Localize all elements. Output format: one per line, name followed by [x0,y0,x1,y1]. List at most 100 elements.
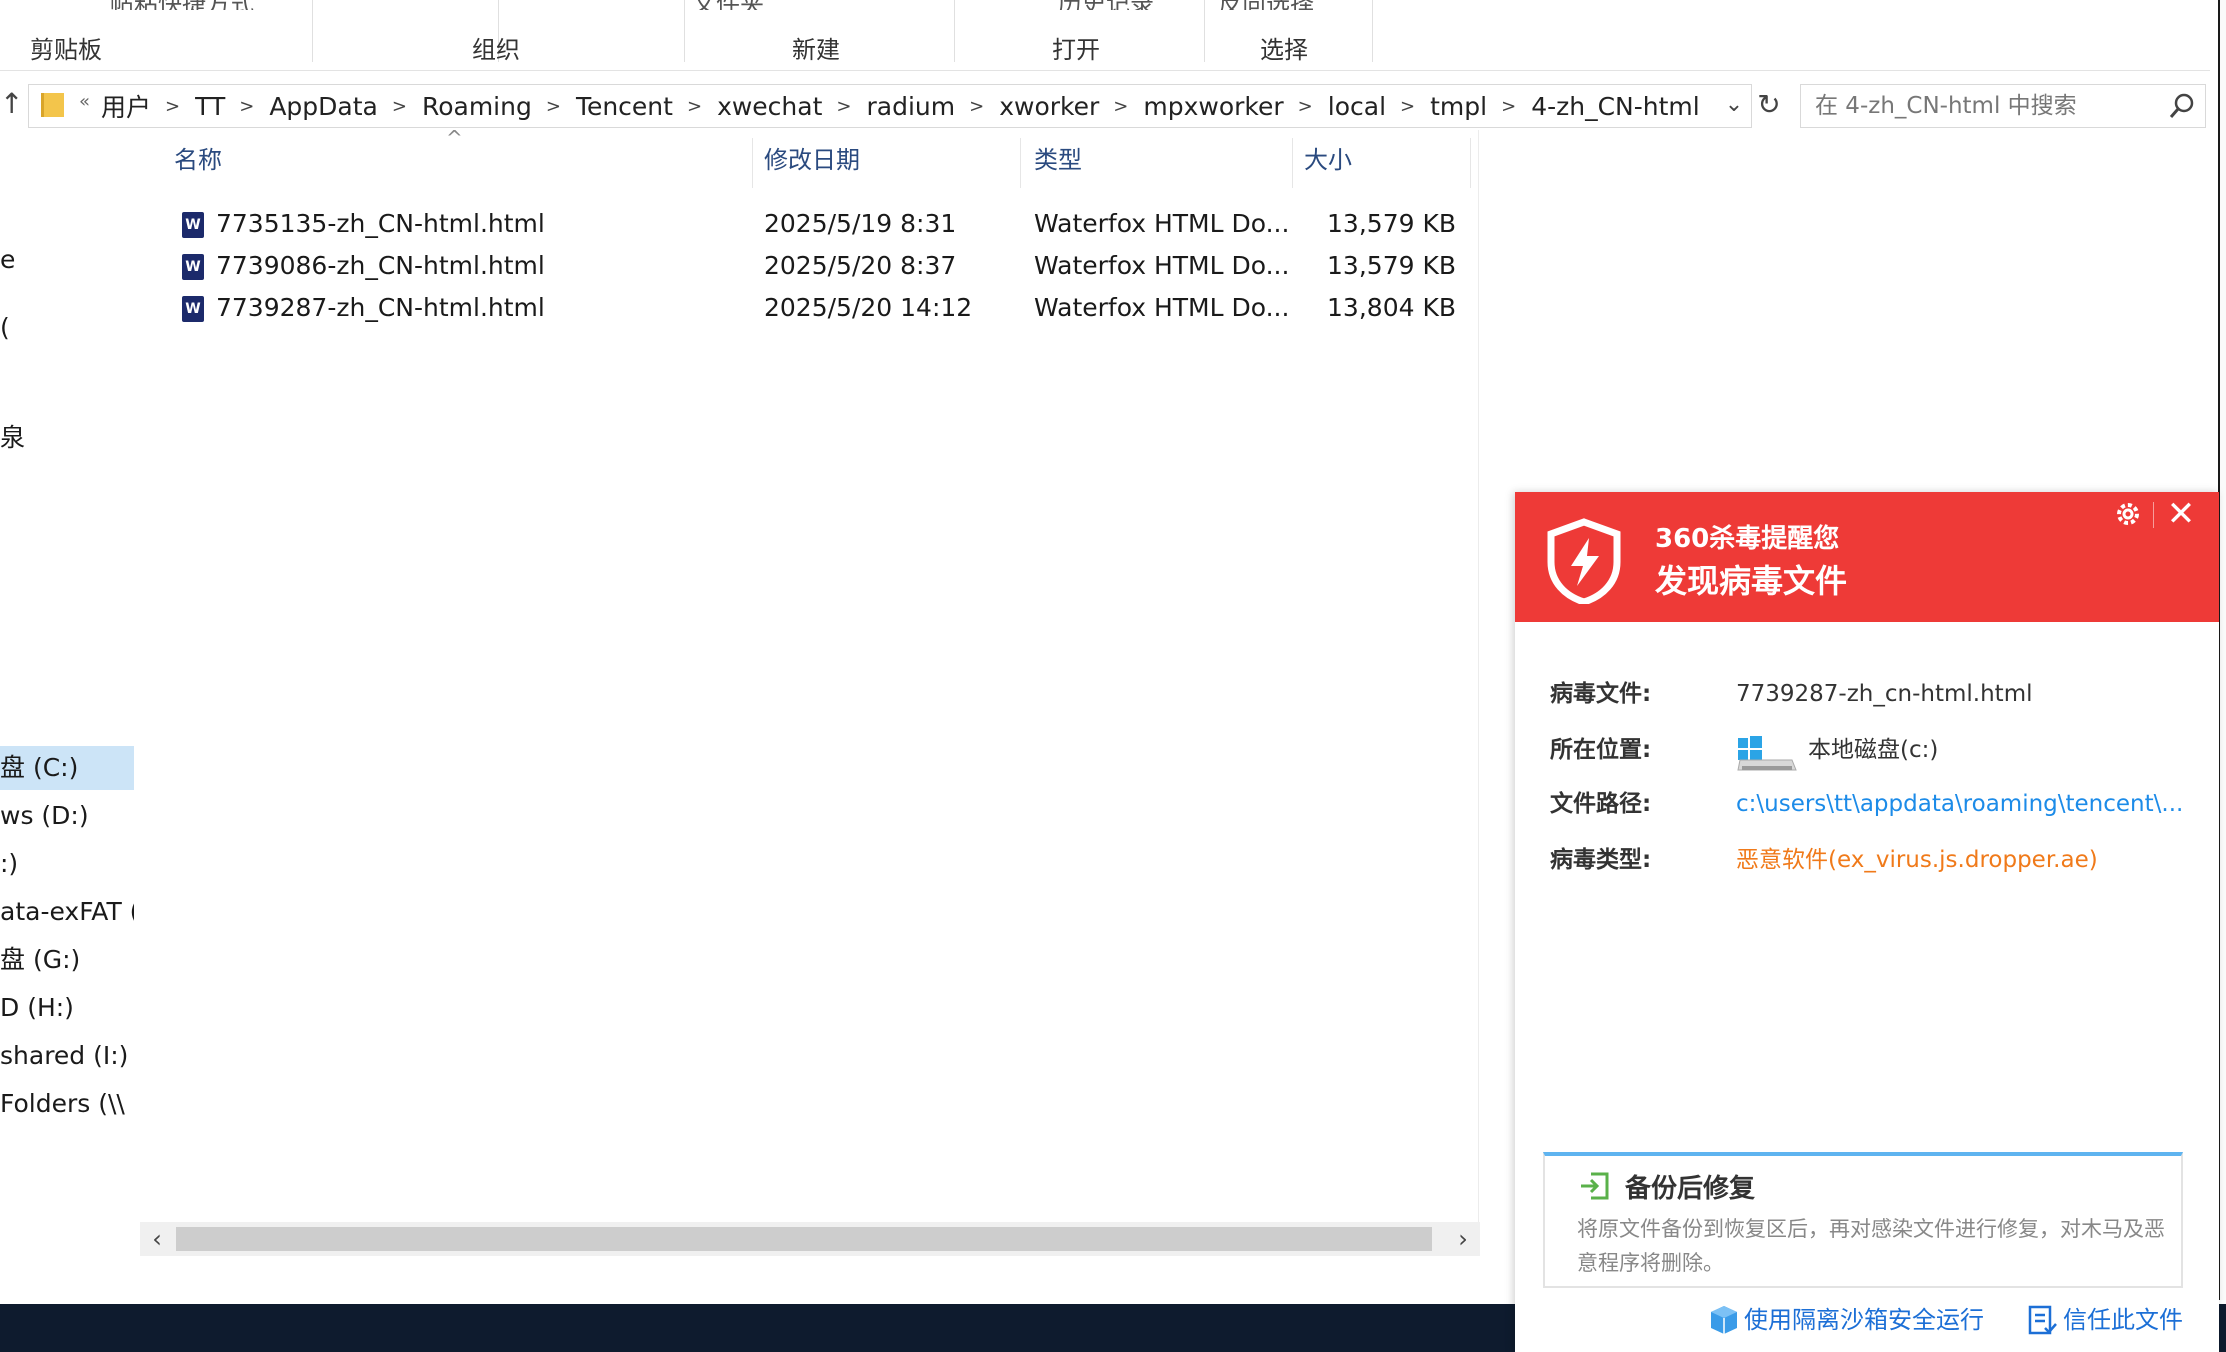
ribbon-divider [1204,0,1205,62]
breadcrumb-item[interactable]: xworker [999,92,1099,121]
chevron-right-icon[interactable]: > [969,96,984,117]
nav-item-drive-e[interactable]: :) [0,842,134,886]
chevron-right-icon[interactable]: > [1400,96,1415,117]
location-value: 本地磁盘(c:) [1808,737,1939,763]
breadcrumb-item[interactable]: Tencent [576,92,673,121]
nav-item-drive-f[interactable]: ata-exFAT (F [0,890,134,934]
trust-file-link[interactable]: 信任此文件 [2063,1300,2183,1335]
nav-item[interactable]: 泉 [0,416,134,460]
folder-icon [41,93,64,117]
header-divider [2153,502,2154,528]
breadcrumb-item[interactable]: radium [867,92,956,121]
nav-item-drive-h[interactable]: D (H:) [0,986,134,1030]
up-arrow-icon[interactable]: ↑ [0,86,23,122]
navigation-pane: e ( 泉 盘 (C:) ws (D:) :) ata-exFAT (F 盘 (… [0,130,134,1270]
gear-icon[interactable] [2112,498,2144,530]
nav-item-network-folders[interactable]: Folders (\\ [0,1082,134,1126]
breadcrumb-item[interactable]: local [1328,92,1386,121]
horizontal-scrollbar[interactable]: ‹ › [140,1222,1480,1256]
html-file-icon: W [182,254,204,280]
location-label: 所在位置: [1550,737,1652,763]
ribbon: 帖粘快捷方式 文件夹 历史记录 反向选择 剪贴板 组织 新建 打开 选择 [0,0,2226,72]
alert-brand-title: 360杀毒提醒您 [1655,524,1840,554]
breadcrumb-overflow[interactable]: « [79,91,90,112]
chevron-right-icon[interactable]: > [1501,96,1516,117]
backup-repair-option[interactable]: 备份后修复 将原文件备份到恢复区后，再对感染文件进行修复，对木马及恶意程序将删除… [1543,1152,2183,1288]
ribbon-group-organize: 组织 [472,36,520,64]
file-row[interactable]: W 7739086-zh_CN-html.html 2025/5/20 8:37… [170,246,1470,286]
alert-title: 发现病毒文件 [1655,562,1848,600]
scroll-right-icon[interactable]: › [1446,1222,1480,1256]
scrollbar-thumb[interactable] [176,1227,1432,1251]
ribbon-clipped-label[interactable]: 帖粘快捷方式 [110,0,254,10]
breadcrumb-item-current[interactable]: 4-zh_CN-html [1531,92,1700,121]
chevron-right-icon[interactable]: > [392,96,407,117]
backup-repair-title: 备份后修复 [1625,1174,1756,1204]
window-edge [2218,0,2226,1300]
chevron-right-icon[interactable]: > [1298,96,1313,117]
breadcrumb: 用户 > TT > AppData > Roaming > Tencent > … [101,89,1700,123]
ribbon-divider [312,0,313,62]
nav-item[interactable]: ( [0,306,134,350]
virus-type-label: 病毒类型: [1550,847,1652,873]
close-icon[interactable]: ✕ [2161,494,2201,534]
nav-item-drive-d[interactable]: ws (D:) [0,794,134,838]
chevron-right-icon[interactable]: > [239,96,254,117]
breadcrumb-item[interactable]: AppData [269,92,378,121]
ribbon-divider [684,0,685,62]
ribbon-clipped-label[interactable]: 历史记录 [1058,0,1154,10]
breadcrumb-item[interactable]: TT [195,92,225,121]
breadcrumb-item[interactable]: mpxworker [1143,92,1283,121]
file-date: 2025/5/20 14:12 [764,293,973,322]
ribbon-group-new: 新建 [792,36,840,64]
nav-item-drive-c[interactable]: 盘 (C:) [0,746,134,790]
column-header-size[interactable]: 大小 [1304,140,1352,190]
chevron-right-icon[interactable]: > [546,96,561,117]
address-bar[interactable]: « 用户 > TT > AppData > Roaming > Tencent … [28,84,1752,128]
chevron-right-icon[interactable]: > [687,96,702,117]
file-type: Waterfox HTML Do... [1034,209,1290,238]
column-header-date[interactable]: 修改日期 [764,140,860,190]
breadcrumb-item[interactable]: tmpl [1430,92,1487,121]
column-divider[interactable] [1292,138,1293,188]
chevron-right-icon[interactable]: > [165,96,180,117]
nav-item-drive-i[interactable]: shared (I:) [0,1034,134,1078]
refresh-icon[interactable]: ↻ [1754,84,1784,126]
ribbon-clipped-label[interactable]: 反向选择 [1218,0,1314,10]
file-type: Waterfox HTML Do... [1034,251,1290,280]
breadcrumb-item[interactable]: 用户 [101,88,151,124]
file-row[interactable]: W 7739287-zh_CN-html.html 2025/5/20 14:1… [170,288,1470,328]
search-icon[interactable] [2167,91,2197,121]
column-divider[interactable] [1470,138,1471,188]
column-divider[interactable] [1020,138,1021,188]
chevron-down-icon[interactable]: ⌄ [1719,89,1749,121]
search-input[interactable] [1813,85,2157,127]
column-divider[interactable] [752,138,753,188]
ribbon-group-open: 打开 [1052,36,1100,64]
nav-item-drive-g[interactable]: 盘 (G:) [0,938,134,982]
antivirus-alert-popup: 360杀毒提醒您 发现病毒文件 ✕ 病毒文件: 7739287-zh_cn-ht… [1515,492,2219,1352]
virus-file-label: 病毒文件: [1550,681,1652,707]
ribbon-clipped-label[interactable]: 文件夹 [692,0,764,10]
file-date: 2025/5/20 8:37 [764,251,957,280]
html-file-icon: W [182,296,204,322]
ribbon-group-clipboard: 剪贴板 [30,36,102,64]
nav-item[interactable]: e [0,238,134,282]
file-name: 7735135-zh_CN-html.html [216,209,545,238]
trust-file-icon [2028,1305,2057,1335]
chevron-right-icon[interactable]: > [1113,96,1128,117]
path-label: 文件路径: [1550,791,1652,817]
chevron-right-icon[interactable]: > [836,96,851,117]
breadcrumb-item[interactable]: xwechat [717,92,822,121]
shield-lightning-icon [1547,518,1621,604]
file-name: 7739086-zh_CN-html.html [216,251,545,280]
scroll-left-icon[interactable]: ‹ [140,1222,174,1256]
sandbox-run-link[interactable]: 使用隔离沙箱安全运行 [1744,1300,1984,1335]
breadcrumb-item[interactable]: Roaming [422,92,532,121]
file-path-link[interactable]: c:\users\tt\appdata\roaming\tencent\... [1736,784,2183,824]
html-file-icon: W [182,212,204,238]
column-header-type[interactable]: 类型 [1034,140,1082,190]
column-header-name[interactable]: 名称 [174,140,222,190]
search-box[interactable] [1800,84,2206,128]
file-row[interactable]: W 7735135-zh_CN-html.html 2025/5/19 8:31… [170,204,1470,244]
